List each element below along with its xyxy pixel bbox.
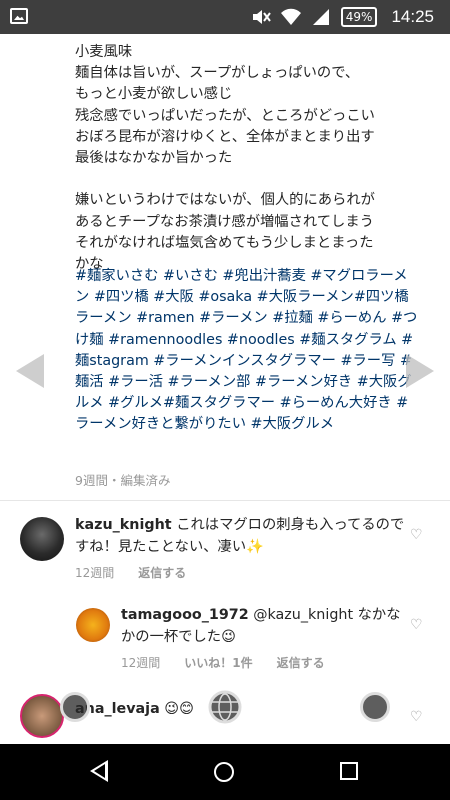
back-icon[interactable] xyxy=(90,760,108,782)
divider xyxy=(0,500,450,501)
avatar[interactable] xyxy=(76,608,110,642)
comment-meta: 12週間 返信する xyxy=(75,564,186,581)
post-caption: 小麦風味 麺自体は旨いが、スープがしょっぱいので、 もっと小麦が欲しい感じ 残念… xyxy=(75,44,375,273)
comment-username[interactable]: tamagooo_1972 xyxy=(121,607,249,623)
comment-time: 12週間 xyxy=(121,656,161,670)
heart-icon[interactable]: ♡ xyxy=(410,528,424,542)
comment-text: tamagooo_1972 @kazu_knight なかなかの一杯でした😉 xyxy=(121,604,411,648)
comment-body: 😉😊 xyxy=(164,701,195,717)
previous-arrow-icon[interactable] xyxy=(16,354,44,388)
next-arrow-icon[interactable] xyxy=(406,354,434,388)
mute-icon xyxy=(252,10,271,24)
comment-username[interactable]: kazu_knight xyxy=(75,517,172,533)
heart-icon[interactable]: ♡ xyxy=(410,710,424,724)
signal-icon xyxy=(312,9,329,25)
heart-icon[interactable]: ♡ xyxy=(410,618,424,632)
navigation-bar xyxy=(0,744,450,800)
status-bar: 49% 14:25 xyxy=(0,0,450,34)
gallery-notification-icon xyxy=(10,8,28,24)
reply-button[interactable]: 返信する xyxy=(277,654,325,671)
comment-time: 12週間 xyxy=(75,566,115,580)
reply-button[interactable]: 返信する xyxy=(138,564,186,581)
comment-meta: 12週間 いいね！1件 返信する xyxy=(121,654,325,671)
comments-screen[interactable]: 小麦風味 麺自体は旨いが、スープがしょっぱいので、 もっと小麦が欲しい感じ 残念… xyxy=(0,34,450,744)
wifi-icon xyxy=(280,8,301,25)
globe-icon[interactable] xyxy=(208,690,242,724)
rotate-left-icon[interactable] xyxy=(60,692,90,722)
avatar[interactable] xyxy=(20,517,64,561)
battery-indicator: 49% xyxy=(340,7,378,27)
likes-count[interactable]: いいね！1件 xyxy=(184,654,252,671)
comment-text: kazu_knight これはマグロの刺身も入ってるのですね！見たことない、凄い… xyxy=(75,514,405,558)
post-hashtags[interactable]: #麺家いさむ #いさむ #兜出汁蕎麦 #マグロラーメン #四ツ橋 #大阪 #os… xyxy=(75,266,420,436)
clock: 14:25 xyxy=(391,7,434,26)
rotate-right-icon[interactable] xyxy=(360,692,390,722)
home-icon[interactable] xyxy=(213,761,235,783)
recent-apps-icon[interactable] xyxy=(340,762,358,780)
post-meta: 9週間・編集済み xyxy=(75,473,171,488)
avatar[interactable] xyxy=(20,694,64,738)
